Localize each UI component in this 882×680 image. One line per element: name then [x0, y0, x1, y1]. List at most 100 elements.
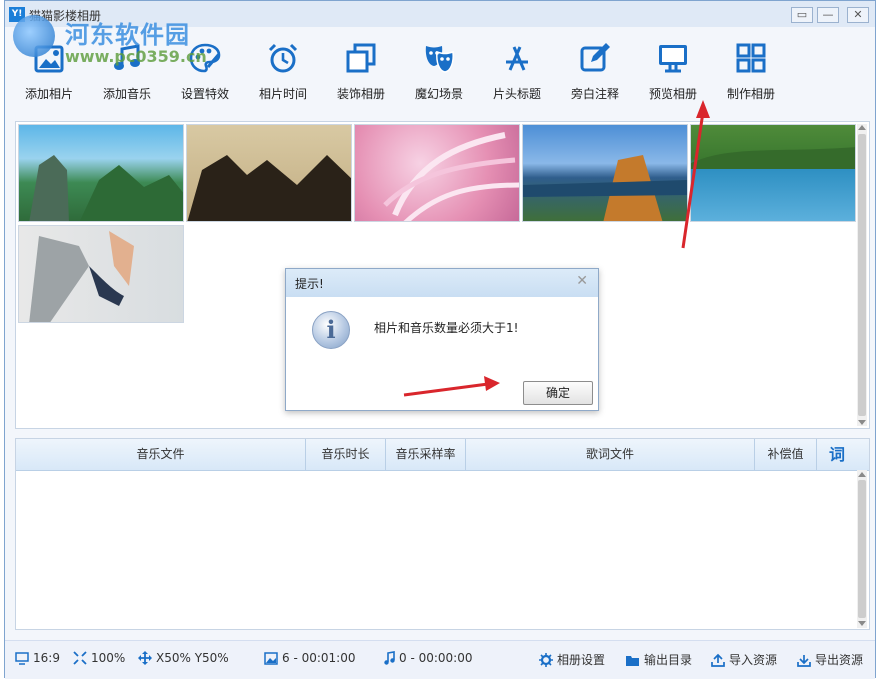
output-dir-button[interactable]: 输出目录: [625, 651, 692, 668]
make-album-button[interactable]: 制作相册: [713, 41, 789, 107]
edit-pencil-icon: [580, 43, 610, 72]
lyrics-icon[interactable]: 词: [817, 439, 857, 470]
photo-thumbnail[interactable]: [354, 124, 520, 222]
music-table-header: 音乐文件 音乐时长 音乐采样率 歌词文件 补偿值 词: [16, 439, 869, 471]
export-resource-button[interactable]: 导出资源: [797, 651, 863, 668]
tool-label: 制作相册: [726, 87, 775, 101]
photo-thumbnail[interactable]: [690, 124, 856, 222]
magic-scene-button[interactable]: 魔幻场景: [401, 41, 477, 107]
tool-label: 装饰相册: [336, 87, 385, 101]
monitor-icon: [659, 45, 687, 73]
output-dir-label: 输出目录: [644, 653, 693, 667]
app-icon: Y!: [9, 7, 25, 22]
tool-label: 片头标题: [492, 87, 541, 101]
tool-label: 相片时间: [258, 87, 307, 101]
restore-button[interactable]: ▭: [791, 7, 813, 23]
upload-icon: [711, 653, 725, 667]
tool-label: 设置特效: [180, 87, 229, 101]
scroll-up-icon[interactable]: [858, 472, 866, 477]
stacked-frames-icon: [346, 43, 376, 73]
zoom-item[interactable]: 100%: [73, 651, 125, 665]
export-resource-label: 导出资源: [815, 653, 864, 667]
preview-album-button[interactable]: 预览相册: [635, 41, 711, 107]
scroll-up-icon[interactable]: [858, 125, 866, 130]
toolbar: 添加相片 添加音乐 设置特效 相片时间 装饰相册 魔幻场景 片头标题 旁白注释 …: [5, 27, 875, 111]
photo-thumbnail[interactable]: [18, 124, 184, 222]
shrink-icon: [73, 651, 87, 665]
dialog-title: 提示!: [295, 277, 324, 291]
add-photo-icon: [34, 45, 64, 73]
grid-icon: [736, 43, 766, 73]
photo-image: [523, 155, 687, 221]
alert-dialog: 提示! ✕ i 相片和音乐数量必须大于1! 确定: [285, 268, 599, 411]
close-button[interactable]: ✕: [847, 7, 869, 23]
minimize-button[interactable]: —: [817, 7, 839, 23]
photo-thumbnail[interactable]: [18, 225, 184, 323]
scroll-thumb[interactable]: [858, 134, 866, 416]
col-sample-rate[interactable]: 音乐采样率: [386, 439, 466, 470]
status-bar: 16:9 100% X50% Y50% 6 - 00:01:00 0 - 00:…: [5, 640, 875, 679]
set-effects-button[interactable]: 设置特效: [167, 41, 243, 107]
alarm-clock-icon: [268, 43, 298, 73]
photo-scrollbar[interactable]: [857, 124, 867, 426]
tool-label: 旁白注释: [570, 87, 619, 101]
aspect-ratio: 16:9: [33, 651, 60, 665]
narration-button[interactable]: 旁白注释: [557, 41, 633, 107]
dialog-message: 相片和音乐数量必须大于1!: [374, 321, 519, 335]
photo-time-button[interactable]: 相片时间: [245, 41, 321, 107]
photo-image: [29, 231, 134, 322]
photo-image: [187, 155, 351, 221]
gear-icon: [539, 653, 553, 667]
col-music-duration[interactable]: 音乐时长: [306, 439, 386, 470]
scroll-thumb[interactable]: [858, 480, 866, 618]
folder-icon: [626, 656, 639, 666]
import-resource-button[interactable]: 导入资源: [711, 651, 777, 668]
music-count-duration: 0 - 00:00:00: [399, 651, 473, 665]
album-settings-label: 相册设置: [557, 653, 606, 667]
music-note-icon: [114, 44, 140, 70]
add-music-button[interactable]: 添加音乐: [89, 41, 165, 107]
zoom-level: 100%: [91, 651, 126, 665]
photo-info-item: 6 - 00:01:00: [264, 651, 356, 665]
tool-label: 添加音乐: [102, 87, 151, 101]
col-music-file[interactable]: 音乐文件: [16, 439, 306, 470]
decorate-album-button[interactable]: 装饰相册: [323, 41, 399, 107]
title-button[interactable]: 片头标题: [479, 41, 555, 107]
download-icon: [797, 655, 811, 667]
palette-icon: [189, 43, 221, 73]
scroll-down-icon[interactable]: [858, 420, 866, 425]
position-readout: X50% Y50%: [156, 651, 229, 665]
photo-thumbnail[interactable]: [186, 124, 352, 222]
add-photo-button[interactable]: 添加相片: [11, 41, 87, 107]
move-icon: [138, 651, 152, 665]
scroll-down-icon[interactable]: [858, 621, 866, 626]
tool-label: 添加相片: [24, 87, 73, 101]
col-lyrics-file[interactable]: 歌词文件: [466, 439, 755, 470]
ok-button[interactable]: 确定: [523, 381, 593, 405]
import-resource-label: 导入资源: [729, 653, 778, 667]
tool-label: 魔幻场景: [414, 87, 463, 101]
music-list-panel: 音乐文件 音乐时长 音乐采样率 歌词文件 补偿值 词: [15, 438, 870, 630]
album-settings-button[interactable]: 相册设置: [539, 651, 605, 668]
window-title: 猫猫影楼相册: [29, 9, 102, 23]
tool-label: 预览相册: [648, 87, 697, 101]
monitor-small-icon: [15, 652, 29, 665]
col-offset[interactable]: 补偿值: [755, 439, 817, 470]
music-info-item: 0 - 00:00:00: [383, 651, 473, 665]
position-item[interactable]: X50% Y50%: [138, 651, 229, 665]
title-bar: Y! 猫猫影楼相册 ▭ — ✕: [5, 1, 875, 27]
dialog-title-bar: 提示! ✕: [286, 269, 598, 297]
music-small-icon: [384, 651, 395, 665]
dialog-close-icon[interactable]: ✕: [576, 273, 588, 289]
info-icon: i: [312, 311, 350, 349]
photo-image: [383, 132, 519, 221]
music-scrollbar[interactable]: [857, 470, 867, 628]
theater-masks-icon: [425, 46, 454, 73]
photo-thumbnail[interactable]: [522, 124, 688, 222]
image-icon: [264, 652, 278, 665]
photo-image: [29, 155, 183, 221]
photo-image: [691, 147, 855, 169]
photo-count-duration: 6 - 00:01:00: [282, 651, 356, 665]
aspect-ratio-item[interactable]: 16:9: [15, 651, 60, 665]
app-store-a-icon: [506, 46, 528, 71]
